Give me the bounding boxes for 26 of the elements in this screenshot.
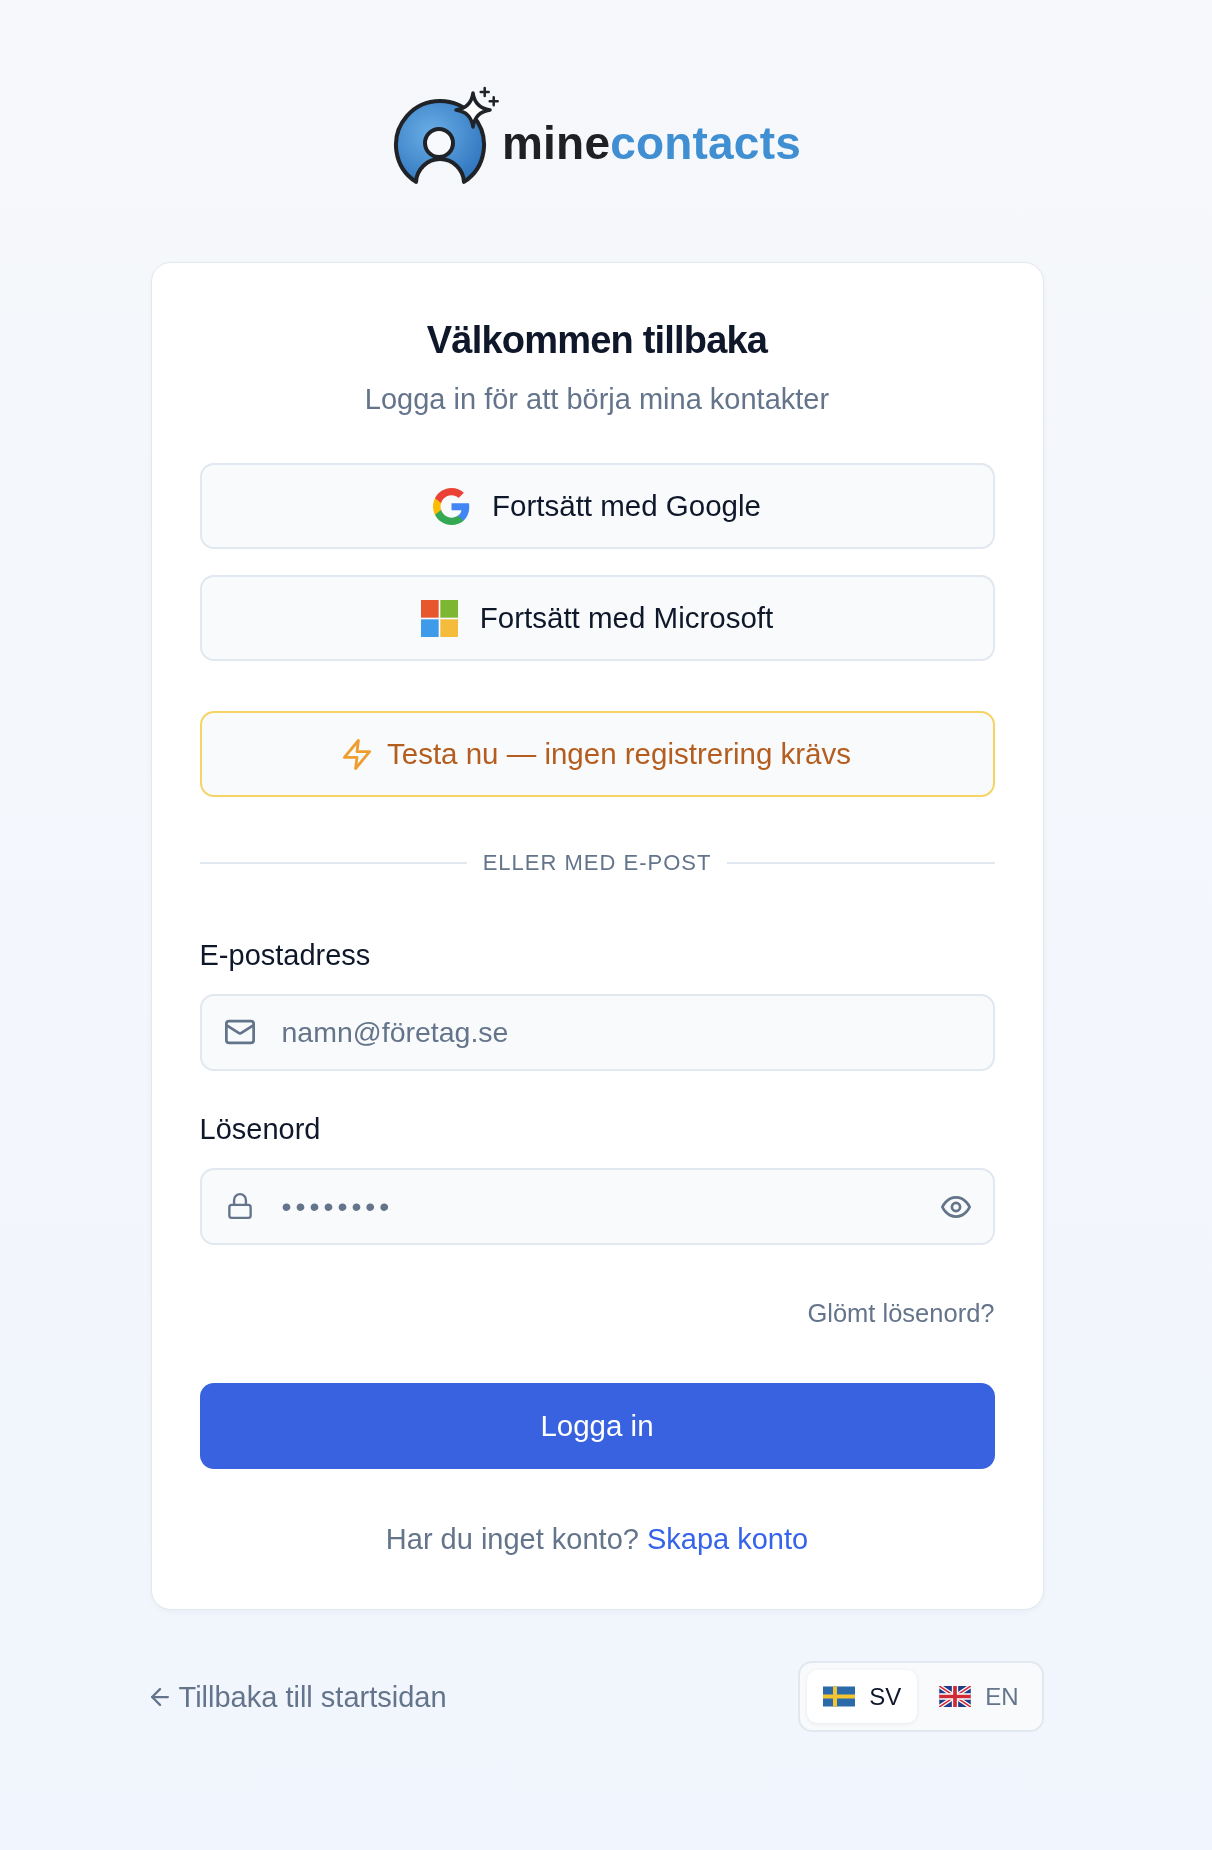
google-icon: [433, 487, 471, 525]
sweden-flag-icon: [823, 1686, 856, 1707]
uk-flag-icon: [939, 1686, 972, 1707]
logo-wordmark: minecontacts: [502, 116, 801, 170]
password-field[interactable]: ••••••••: [199, 1168, 995, 1245]
provider-button[interactable]: Fortsätt med Microsoft: [199, 575, 995, 661]
signup-link[interactable]: Skapa konto: [646, 1521, 809, 1557]
subtitle-text: Logga in för att börja mina kontakter: [363, 382, 831, 417]
microsoft-icon: [420, 599, 458, 637]
language-option[interactable]: EN: [923, 1670, 1035, 1723]
language-option[interactable]: SV: [807, 1670, 918, 1723]
page-title: Välkommen tillbaka: [425, 318, 769, 363]
back-link[interactable]: Tillbaka till startsidan: [150, 1678, 447, 1715]
forgot-password-link[interactable]: Glömt lösenord?: [807, 1297, 995, 1329]
logo-icon: [393, 86, 500, 186]
signup-prompt: Har du inget konto?: [385, 1522, 639, 1557]
email-label: E-postadress: [199, 938, 371, 973]
password-label: Lösenord: [199, 1112, 321, 1147]
login-button[interactable]: Logga in: [199, 1383, 995, 1469]
eye-icon[interactable]: [940, 1196, 971, 1218]
demo-button[interactable]: Testa nu — ingen registrering krävs: [199, 711, 995, 797]
provider-button[interactable]: Fortsätt med Google: [199, 463, 995, 549]
lightning-icon: [343, 738, 371, 770]
email-field[interactable]: namn@företag.se: [199, 994, 995, 1071]
divider-label: ELLER MED E-POST: [482, 849, 712, 877]
mail-icon: [224, 1019, 255, 1045]
